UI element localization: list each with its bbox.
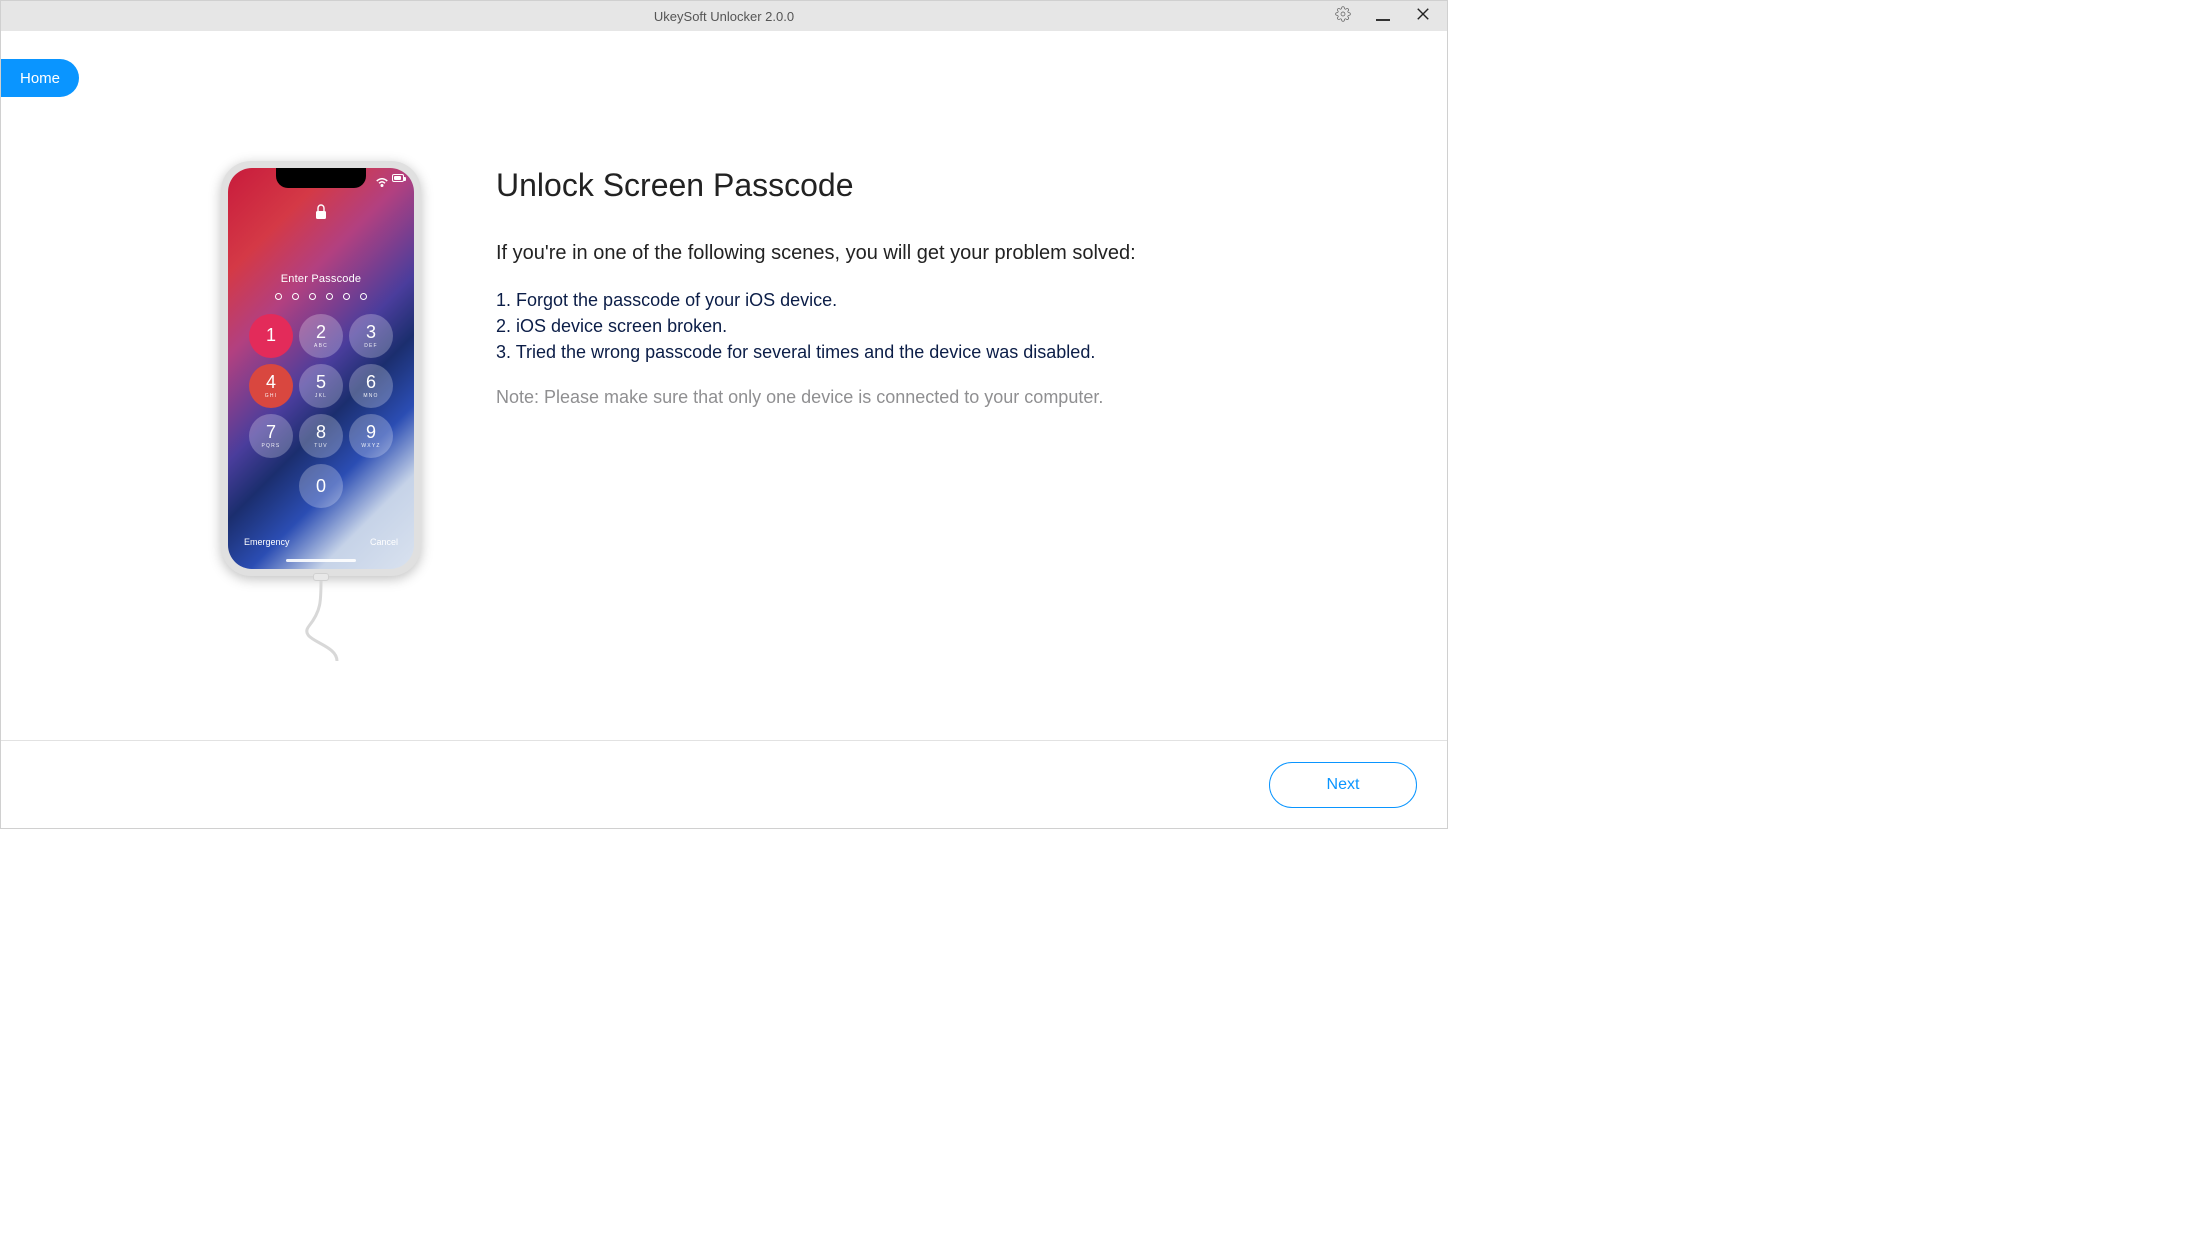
battery-icon: [392, 174, 404, 182]
keypad: 1 2ABC 3DEF 4GHI 5JKL 6MNO 7PQRS 8TUV 9W…: [249, 314, 393, 508]
phone-illustration: Enter Passcode 1 2ABC 3DEF 4GHI 5JKL 6MN…: [216, 161, 426, 666]
text-column: Unlock Screen Passcode If you're in one …: [496, 161, 1367, 408]
phone-body: Enter Passcode 1 2ABC 3DEF 4GHI 5JKL 6MN…: [221, 161, 421, 576]
keypad-key-1: 1: [249, 314, 293, 358]
close-icon: [1416, 7, 1430, 26]
phone-screen: Enter Passcode 1 2ABC 3DEF 4GHI 5JKL 6MN…: [228, 168, 414, 569]
cancel-label: Cancel: [370, 537, 398, 547]
titlebar: UkeySoft Unlocker 2.0.0: [1, 1, 1447, 31]
settings-button[interactable]: [1323, 1, 1363, 31]
note-text: Note: Please make sure that only one dev…: [496, 387, 1367, 408]
scene-list: 1. Forgot the passcode of your iOS devic…: [496, 287, 1367, 365]
gear-icon: [1335, 6, 1351, 27]
enter-passcode-label: Enter Passcode: [281, 273, 361, 285]
keypad-key-0: 0: [299, 464, 343, 508]
intro-text: If you're in one of the following scenes…: [496, 242, 1367, 265]
scene-item-3: 3. Tried the wrong passcode for several …: [496, 339, 1367, 365]
home-button-label: Home: [20, 70, 60, 87]
keypad-key-9: 9WXYZ: [349, 414, 393, 458]
keypad-key-3: 3DEF: [349, 314, 393, 358]
titlebar-controls: [1323, 1, 1443, 31]
close-button[interactable]: [1403, 1, 1443, 31]
next-button-label: Next: [1327, 776, 1360, 794]
cable-wire-icon: [301, 581, 341, 666]
keypad-key-6: 6MNO: [349, 364, 393, 408]
page-heading: Unlock Screen Passcode: [496, 167, 1367, 204]
scene-item-1: 1. Forgot the passcode of your iOS devic…: [496, 287, 1367, 313]
content-area: Home Enter Passcode: [1, 31, 1447, 740]
wifi-icon: [376, 174, 388, 182]
emergency-label: Emergency: [244, 537, 290, 547]
main-row: Enter Passcode 1 2ABC 3DEF 4GHI 5JKL 6MN…: [216, 161, 1367, 666]
window-title: UkeySoft Unlocker 2.0.0: [654, 9, 794, 24]
scene-item-2: 2. iOS device screen broken.: [496, 313, 1367, 339]
phone-notch: [276, 168, 366, 188]
home-button[interactable]: Home: [1, 59, 79, 97]
phone-cable: [315, 576, 327, 666]
app-window: UkeySoft Unlocker 2.0.0 Home: [0, 0, 1448, 829]
lock-icon: [314, 204, 328, 225]
keypad-key-2: 2ABC: [299, 314, 343, 358]
next-button[interactable]: Next: [1269, 762, 1417, 808]
cable-plug-icon: [313, 573, 329, 581]
phone-bottom-row: Emergency Cancel: [228, 537, 414, 547]
minimize-button[interactable]: [1363, 1, 1403, 31]
keypad-key-5: 5JKL: [299, 364, 343, 408]
keypad-key-8: 8TUV: [299, 414, 343, 458]
keypad-key-4: 4GHI: [249, 364, 293, 408]
phone-status-icons: [376, 174, 404, 182]
keypad-key-7: 7PQRS: [249, 414, 293, 458]
minimize-icon: [1376, 19, 1390, 21]
footer: Next: [1, 740, 1447, 828]
passcode-dots: [275, 293, 367, 300]
home-indicator: [286, 559, 356, 562]
